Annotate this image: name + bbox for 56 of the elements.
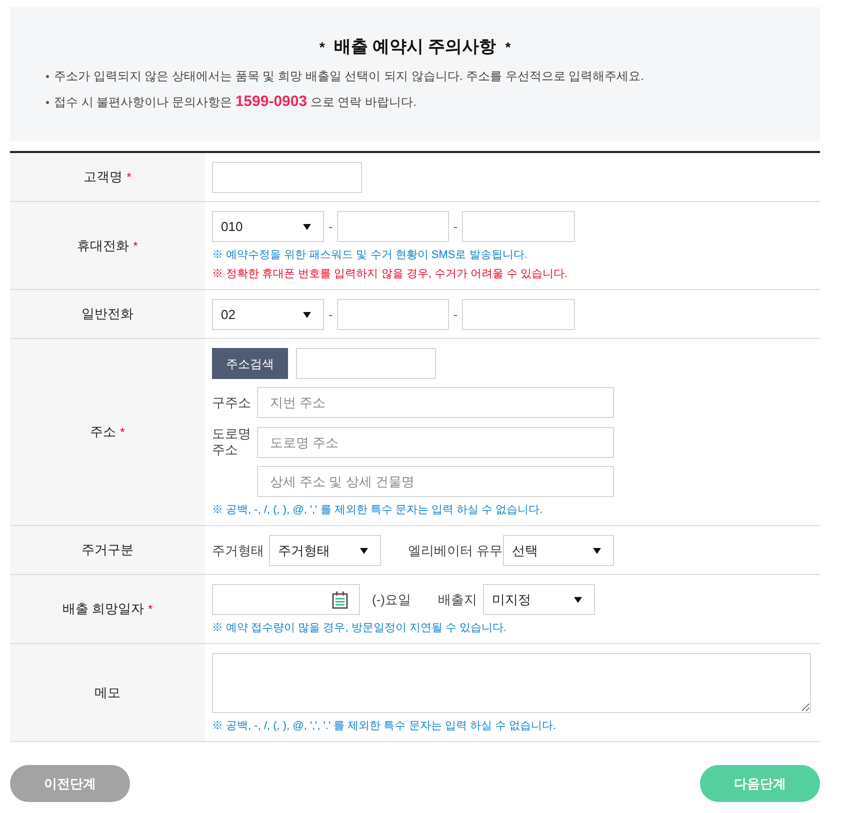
area-code-select[interactable]: 010: [212, 211, 324, 242]
area-code-select[interactable]: 02: [212, 299, 324, 330]
info-note: ※ 공백, -, /, (, ), @, ',' 를 제외한 특수 문자는 입력 하실 수 없습니다.: [212, 503, 544, 518]
address-input[interactable]: 상세 주소 및 상세 건물명: [257, 466, 614, 497]
required-mark: *: [148, 601, 153, 618]
bullet-icon: [46, 74, 49, 78]
bullet-icon: [46, 100, 49, 104]
address-input[interactable]: 도로명 주소: [257, 426, 614, 458]
field-label: 휴대전화: [77, 236, 130, 255]
address-label: 도로명 주소: [212, 426, 252, 458]
title-asterisk: *: [505, 38, 511, 56]
phone-input[interactable]: [337, 211, 449, 242]
dash-separator: -: [327, 218, 334, 236]
calendar-icon: [332, 590, 348, 608]
field-label: 주거구분: [82, 541, 134, 560]
caret-down-icon: [574, 596, 582, 602]
caret-down-icon: [303, 312, 311, 318]
notice-text: 주소가 입력되지 않은 상태에서는 품목 및 희망 배출일 선택이 되지 않습니다. 주소를 우선적으로 입력해주세요.: [54, 68, 644, 85]
phone-input[interactable]: [462, 211, 575, 242]
place-select[interactable]: 미지정: [483, 584, 595, 615]
info-note: ※ 공백, -, /, (, ), @, ',', '.' 를 제외한 특수 문자는 입력 하실 수 없습니다.: [212, 719, 558, 734]
caret-down-icon: [593, 548, 601, 554]
field-label: 일반전화: [82, 305, 134, 324]
field-label: 배출 희망일자: [62, 600, 144, 618]
place-label: 배출지: [438, 592, 477, 606]
caret-down-icon: [303, 224, 311, 230]
date-field[interactable]: [212, 584, 360, 615]
elevator-select[interactable]: 선택: [503, 535, 614, 566]
memo-field[interactable]: [212, 653, 811, 713]
name-input[interactable]: [212, 162, 362, 193]
address-search-button[interactable]: 주소검색: [212, 348, 288, 379]
caret-down-icon: [360, 548, 368, 554]
notice-title: 배출 예약시 주의사항: [334, 37, 496, 57]
field-label: 고객명: [84, 168, 123, 186]
required-mark: *: [126, 169, 132, 186]
weekday-text: (-)요일: [372, 592, 411, 606]
zip-code-input[interactable]: [296, 348, 436, 379]
address-label: 구주소: [212, 394, 252, 410]
info-note: ※ 예약 접수량이 많을 경우, 방문일정이 지연될 수 있습니다.: [212, 621, 508, 636]
info-note: ※ 예약수정을 위한 패스워드 및 수거 현황이 SMS로 발송됩니다.: [212, 248, 528, 263]
phone-input[interactable]: [337, 299, 449, 330]
dash-separator: -: [452, 306, 459, 324]
dash-separator: -: [327, 306, 334, 324]
warning-note: ※ 정확한 휴대폰 번호를 입력하지 않을 경우, 수거가 어려울 수 있습니다.: [212, 267, 569, 282]
required-mark: *: [133, 238, 138, 254]
select-label: 엘리베이터 유무: [408, 542, 503, 558]
phone-input[interactable]: [462, 299, 575, 330]
field-label: 메모: [94, 684, 120, 702]
dash-separator: -: [452, 218, 459, 236]
required-mark: *: [120, 424, 125, 441]
select-label: 주거형태: [212, 542, 264, 558]
notice-text: 접수 시 불편사항이나 문의사항은 1599-0903 으로 연락 바랍니다.: [54, 92, 416, 112]
field-label: 주소: [90, 423, 116, 442]
housing-type-select[interactable]: 주거형태: [269, 535, 381, 566]
address-input[interactable]: 지번 주소: [257, 387, 614, 418]
title-asterisk: *: [319, 38, 325, 56]
